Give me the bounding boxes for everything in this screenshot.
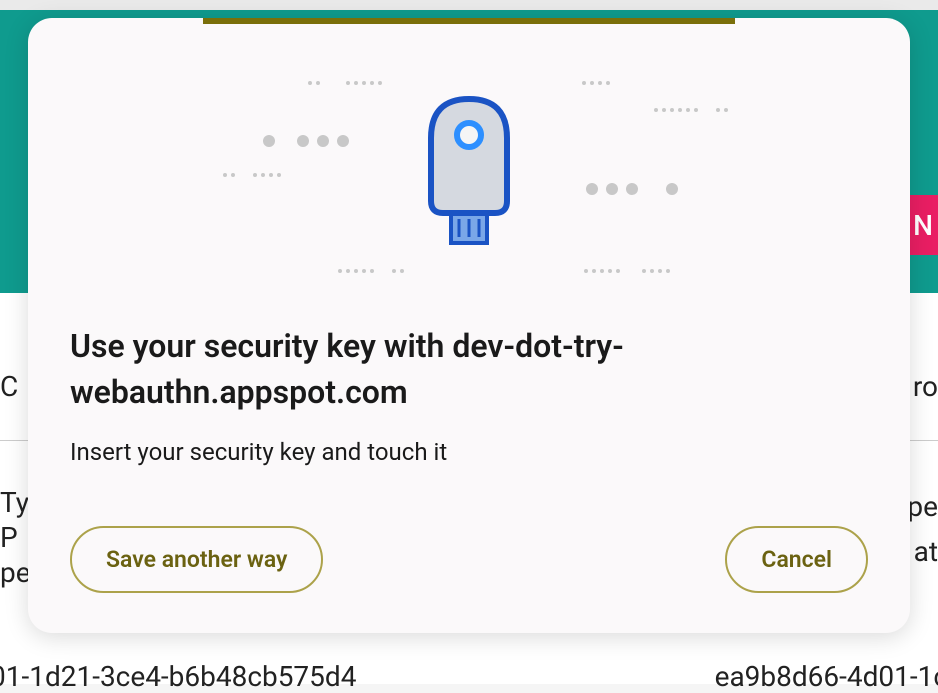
- cancel-button[interactable]: Cancel: [725, 526, 868, 593]
- dialog-button-row: Save another way Cancel: [28, 466, 910, 593]
- decorative-dots: [338, 269, 404, 273]
- backdrop-pink-badge: N: [908, 195, 938, 255]
- backdrop-uuid-left: 01-1d21-3ce4-b6b48cb575d4: [0, 660, 356, 693]
- dialog-subtitle: Insert your security key and touch it: [70, 438, 868, 466]
- security-key-illustration: [28, 73, 910, 283]
- save-another-way-button[interactable]: Save another way: [70, 526, 323, 593]
- backdrop-text-fragment: pe at: [907, 485, 938, 575]
- backdrop-toolbar: [0, 0, 938, 10]
- security-key-icon: [419, 93, 519, 263]
- decorative-dots: [223, 173, 281, 177]
- dialog-content: Use your security key with dev-dot-try-w…: [28, 283, 910, 466]
- decorative-dots: [263, 135, 349, 147]
- decorative-dots: [586, 183, 678, 195]
- dialog-accent-bar: [203, 18, 735, 24]
- decorative-dots: [654, 108, 728, 112]
- backdrop-text-fragment: ro: [913, 370, 938, 403]
- webauthn-dialog: Use your security key with dev-dot-try-w…: [28, 18, 910, 633]
- backdrop-uuid-right: ea9b8d66-4d01-1c: [715, 660, 938, 693]
- backdrop-text-fragment: Ty P pe: [0, 485, 31, 590]
- backdrop-text-fragment: C: [0, 370, 18, 403]
- decorative-dots: [308, 81, 382, 85]
- decorative-dots: [582, 81, 610, 85]
- decorative-dots: [584, 269, 670, 273]
- dialog-title: Use your security key with dev-dot-try-w…: [70, 323, 868, 416]
